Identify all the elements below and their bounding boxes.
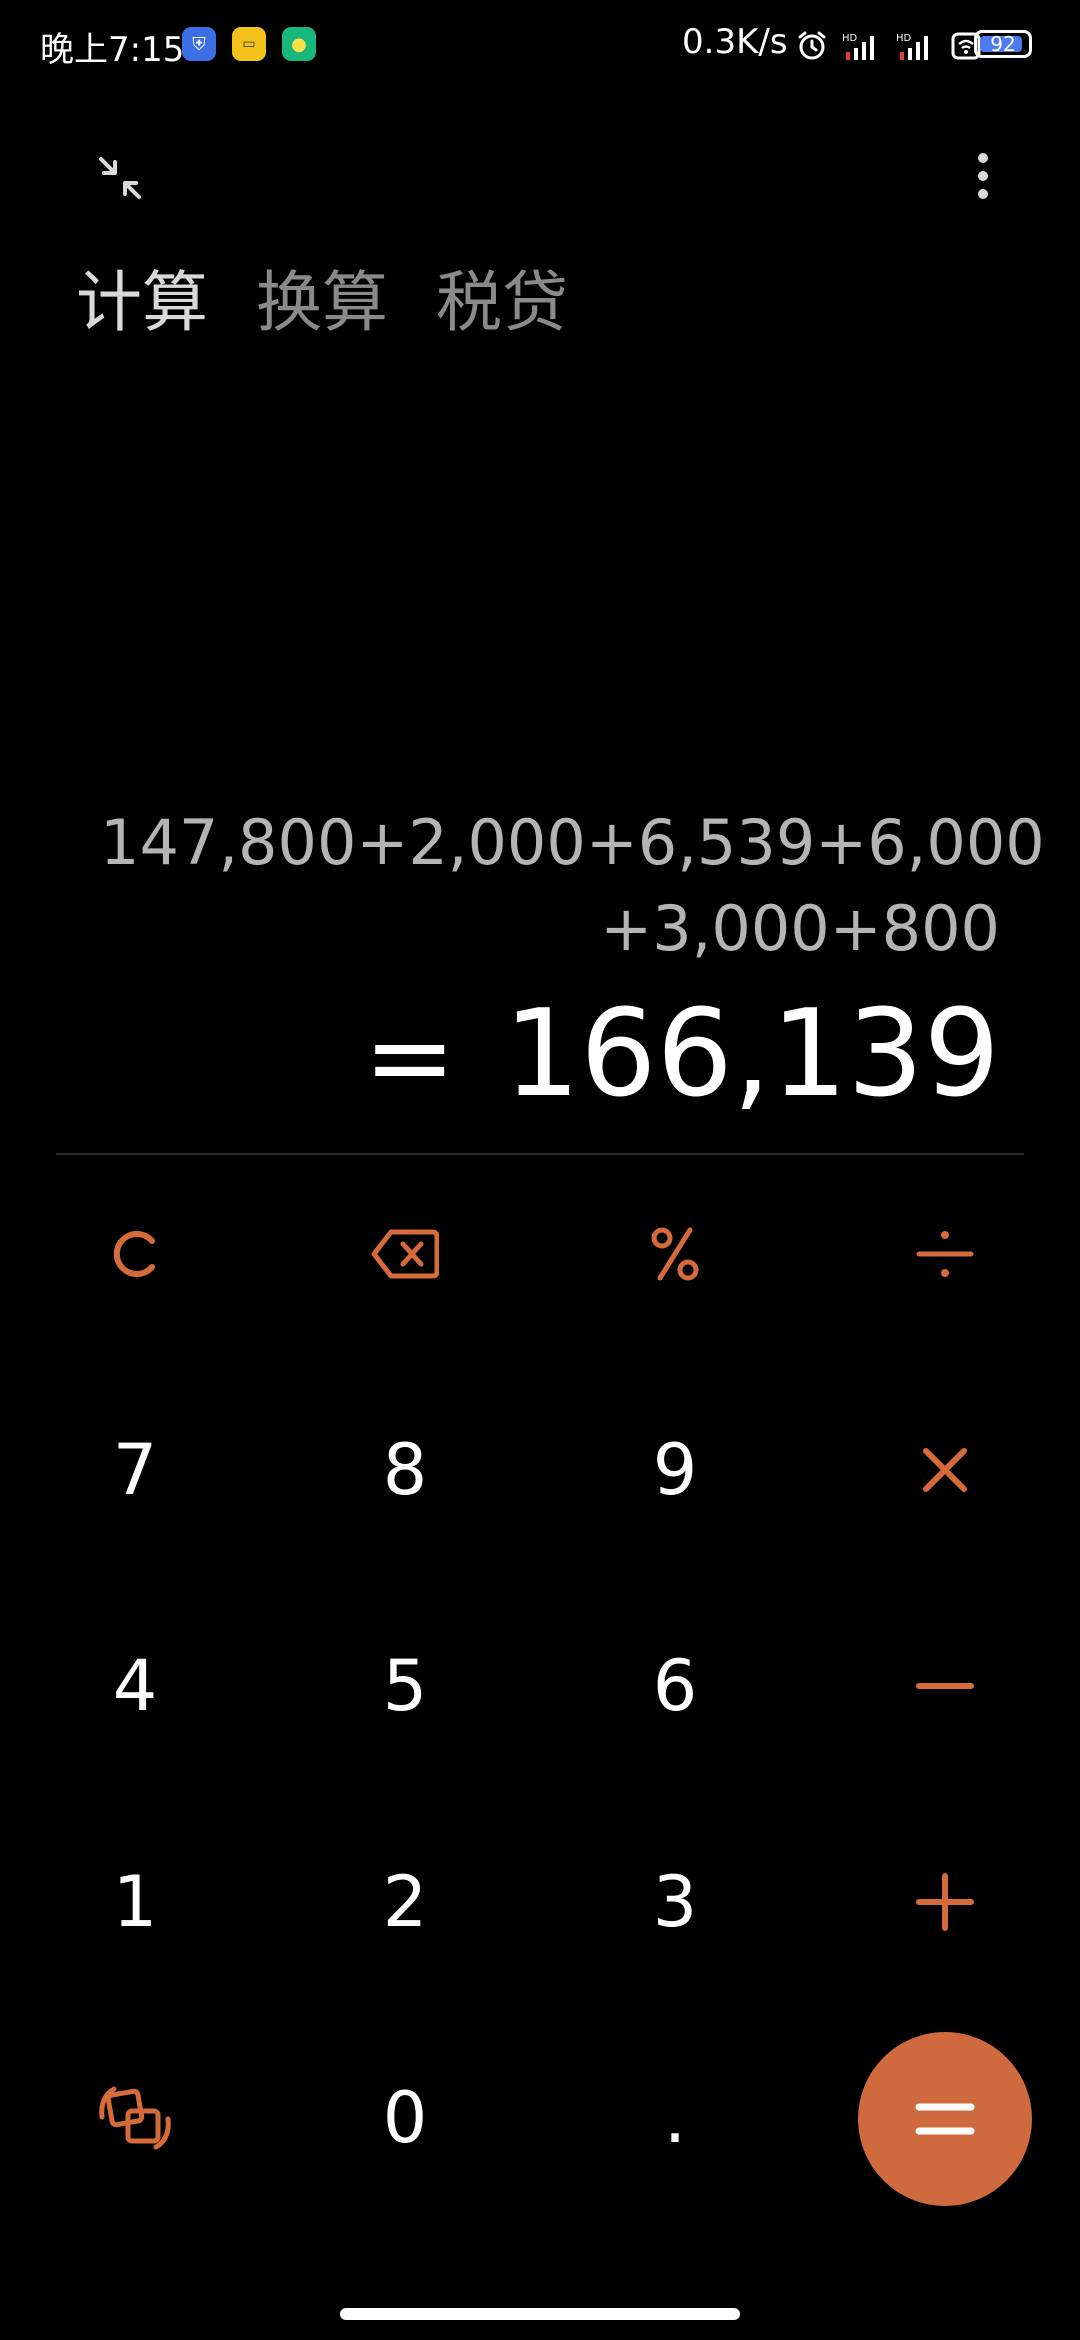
digit-0-button[interactable]: 0 [285,2028,525,2208]
digit-6-button[interactable]: 6 [555,1596,795,1776]
green-app-icon: ● [282,27,316,61]
status-bar: 晚上7:15 ⛨ ▭ ● 0.3K/s HD HD 92 [0,0,1080,90]
collapse-arrows-icon [99,157,141,199]
add-button[interactable] [825,1812,1065,1992]
equals-icon [915,2103,975,2135]
net-speed: 0.3K/s [682,22,788,62]
battery-icon: 92 [974,30,1032,58]
digit-2-button[interactable]: 2 [285,1812,525,1992]
result-display: = 166,139 [364,990,1000,1122]
tab-calculate[interactable]: 计算 [76,270,208,336]
subtract-button[interactable] [825,1596,1065,1776]
clear-icon [113,1231,155,1277]
home-indicator[interactable] [340,2308,740,2320]
more-vertical-icon [978,153,988,199]
digit-8-button[interactable]: 8 [285,1380,525,1560]
tab-convert[interactable]: 换算 [256,270,388,336]
result-equals-sign: = [363,993,456,1121]
display-divider [56,1153,1024,1155]
multiply-button[interactable] [825,1380,1065,1560]
expression-line-2: +3,000+800 [600,892,1000,965]
divide-icon [916,1231,974,1277]
status-time: 晚上7:15 [40,30,185,70]
percent-icon [651,1227,699,1281]
clear-button[interactable] [15,1164,255,1344]
svg-text:HD: HD [842,33,858,44]
divide-button[interactable] [825,1164,1065,1344]
collapse-button[interactable] [90,148,150,208]
more-options-button[interactable] [958,146,1008,206]
percent-button[interactable] [555,1164,795,1344]
decimal-point-button[interactable]: . [555,2028,795,2208]
result-value: 166,139 [503,985,1000,1124]
digit-1-button[interactable]: 1 [15,1812,255,1992]
switch-mode-icon [99,2086,171,2150]
multiply-icon [923,1448,967,1492]
svg-text:HD: HD [896,33,912,44]
plus-icon [916,1873,974,1931]
digit-9-button[interactable]: 9 [555,1380,795,1560]
switch-mode-button[interactable] [15,2028,255,2208]
signal-hd-icon-2: HD [896,33,928,60]
digit-3-button[interactable]: 3 [555,1812,795,1992]
digit-4-button[interactable]: 4 [15,1596,255,1776]
yellow-app-icon: ▭ [232,27,266,61]
shield-app-icon: ⛨ [182,27,216,61]
minus-icon [916,1683,974,1689]
tab-tax-loan[interactable]: 税贷 [436,270,568,336]
signal-hd-icon: HD [842,33,874,60]
backspace-icon [371,1229,439,1279]
expression-line-1: 147,800+2,000+6,539+6,000 [100,806,1045,879]
digit-5-button[interactable]: 5 [285,1596,525,1776]
alarm-icon [798,31,826,60]
digit-7-button[interactable]: 7 [15,1380,255,1560]
expression-display: 147,800+2,000+6,539+6,000 +3,000+800 [100,800,1045,972]
equals-button[interactable] [858,2032,1032,2206]
status-icons: HD HD [796,24,982,68]
battery-level: 92 [990,32,1016,56]
mode-tabs: 计算 换算 税贷 [76,270,568,336]
backspace-button[interactable] [285,1164,525,1344]
